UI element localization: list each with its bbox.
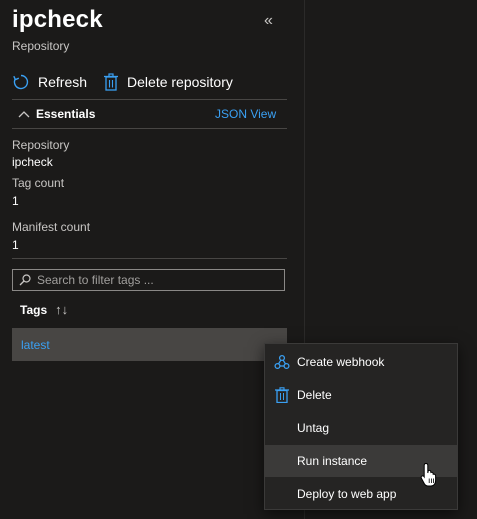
- delete-repository-label: Delete repository: [127, 74, 233, 90]
- essentials-divider: [12, 128, 287, 129]
- page-title: ipcheck: [12, 6, 103, 33]
- essentials-toggle[interactable]: Essentials: [18, 107, 95, 121]
- menu-item-delete[interactable]: Delete: [265, 379, 457, 411]
- collapse-panel-button[interactable]: «: [264, 12, 273, 30]
- toolbar-divider: [12, 99, 287, 100]
- trash-icon: [104, 73, 119, 91]
- tag-name: latest: [21, 337, 50, 352]
- tags-column-header[interactable]: Tags ↑↓: [20, 302, 68, 317]
- menu-item-label: Delete: [297, 388, 332, 402]
- hand-cursor-icon: [420, 462, 437, 487]
- json-view-link[interactable]: JSON View: [215, 107, 276, 121]
- webhook-icon: [274, 354, 290, 370]
- details-divider: [12, 258, 287, 259]
- menu-item-label: Run instance: [297, 454, 368, 468]
- essentials-label: Essentials: [36, 107, 96, 121]
- toolbar: Refresh Delete repository: [12, 70, 249, 94]
- menu-item-untag[interactable]: Untag: [265, 412, 457, 444]
- menu-item-label: Deploy to web app: [297, 487, 397, 501]
- sort-icon: ↑↓: [55, 302, 69, 317]
- page-subtitle: Repository: [12, 39, 70, 53]
- tag-search-box[interactable]: [12, 269, 285, 291]
- menu-item-label: Create webhook: [297, 355, 385, 369]
- tags-header-label: Tags: [20, 302, 48, 317]
- refresh-icon: [13, 74, 29, 90]
- repository-value: ipcheck: [12, 155, 53, 169]
- menu-item-label: Untag: [297, 421, 330, 435]
- delete-repository-button[interactable]: Delete repository: [103, 73, 233, 91]
- refresh-button[interactable]: Refresh: [12, 73, 87, 91]
- tag-row[interactable]: latest: [12, 328, 287, 361]
- search-icon: [19, 274, 31, 286]
- repository-panel: ipcheck Repository « Refresh Delete repo…: [0, 0, 304, 519]
- tag-search-input[interactable]: [37, 273, 267, 287]
- manifest-count-value: 1: [12, 238, 19, 252]
- tag-count-value: 1: [12, 194, 19, 208]
- manifest-count-label: Manifest count: [12, 220, 91, 234]
- repository-label: Repository: [12, 138, 70, 152]
- tag-count-label: Tag count: [12, 176, 65, 190]
- trash-icon: [275, 387, 289, 403]
- menu-item-create-webhook[interactable]: Create webhook: [265, 346, 457, 378]
- refresh-label: Refresh: [38, 74, 88, 90]
- chevron-up-icon: [18, 111, 30, 118]
